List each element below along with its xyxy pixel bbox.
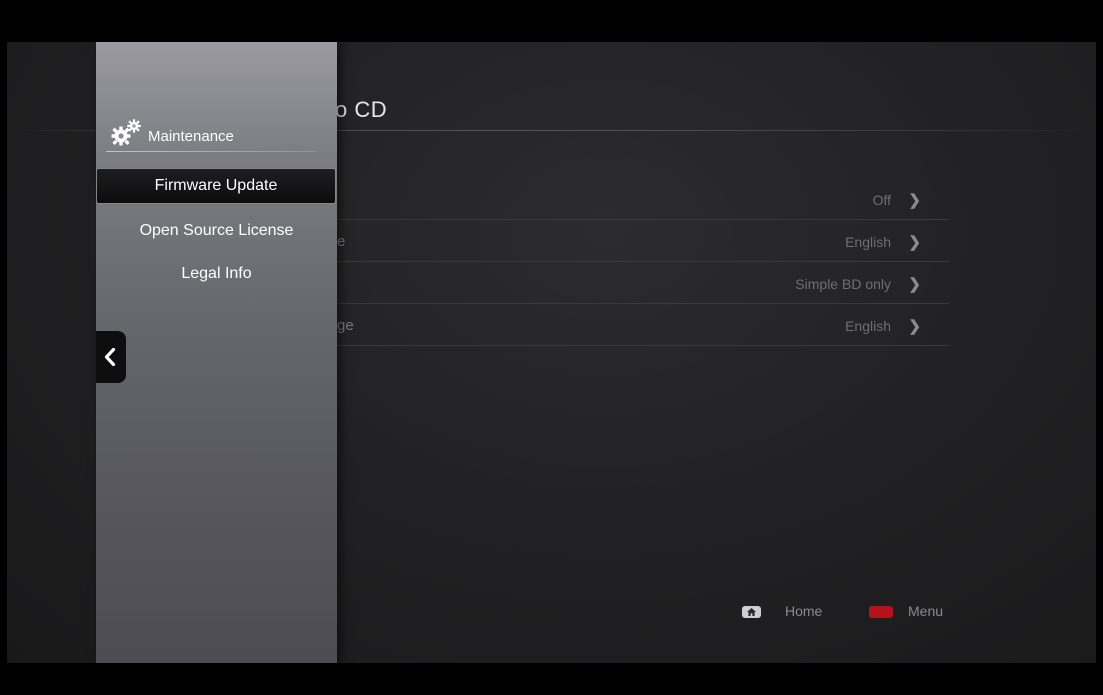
home-hint-label: Home: [785, 603, 823, 619]
setting-row[interactable]: e English ❯: [337, 220, 949, 262]
chevron-right-icon: ❯: [908, 192, 921, 209]
setting-value: Off: [872, 192, 891, 208]
home-icon: [742, 606, 761, 618]
setting-value: English: [845, 318, 891, 334]
setting-value: Simple BD only: [795, 276, 891, 292]
chevron-right-icon: ❯: [908, 234, 921, 251]
setting-row[interactable]: ge English ❯: [337, 304, 949, 346]
collapse-drawer-button[interactable]: [96, 331, 126, 383]
setting-label: e: [337, 233, 346, 250]
page-title: o CD: [335, 97, 388, 122]
menu-item-open-source-license[interactable]: Open Source License: [96, 213, 337, 249]
red-button-icon: [869, 606, 893, 618]
settings-list: Off ❯ e English ❯ Simple BD only ❯ ge En…: [337, 178, 949, 346]
menu-hint-label: Menu: [908, 603, 944, 619]
chevron-right-icon: ❯: [908, 276, 921, 293]
drawer-divider: [106, 151, 316, 152]
drawer-title: Maintenance: [148, 128, 234, 145]
gears-icon: [110, 118, 144, 146]
chevron-right-icon: ❯: [908, 318, 921, 335]
settings-screen: o CD Off ❯ e English ❯ Simple BD only ❯ …: [7, 42, 1096, 663]
maintenance-drawer: Maintenance Firmware Update Open Source …: [96, 42, 337, 663]
menu-item-legal-info[interactable]: Legal Info: [96, 256, 337, 292]
setting-row[interactable]: Off ❯: [337, 178, 949, 220]
setting-row[interactable]: Simple BD only ❯: [337, 262, 949, 304]
letterbox-frame: o CD Off ❯ e English ❯ Simple BD only ❯ …: [0, 0, 1103, 695]
drawer-header: Maintenance: [108, 118, 318, 146]
setting-label: ge: [337, 317, 354, 334]
setting-value: English: [845, 234, 891, 250]
menu-item-firmware-update[interactable]: Firmware Update: [96, 168, 336, 204]
